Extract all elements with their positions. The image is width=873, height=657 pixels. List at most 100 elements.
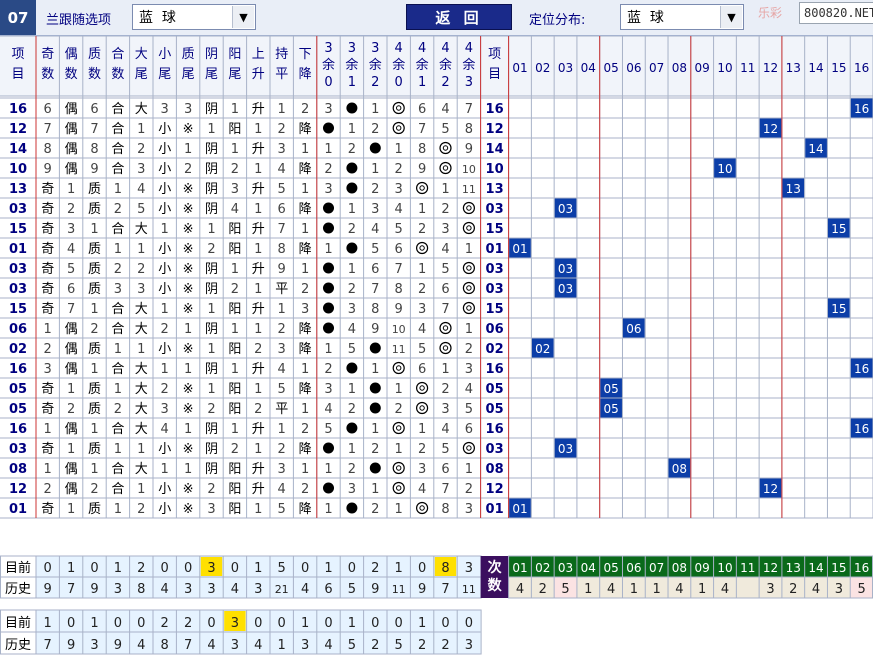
cell-value: 5 [441,442,449,457]
attr-header-char: 2 [371,75,379,90]
current-value: 2 [137,561,145,576]
counts-value: 5 [857,582,865,597]
row-number-middle: 06 [486,322,504,337]
cell-value: 5 [278,502,286,517]
cell-value: 奇 [41,501,54,517]
cell-value: 1 [114,382,122,397]
cell-value: 阳 [228,222,241,237]
current-value: 1 [301,616,309,631]
row-number: 03 [9,282,27,297]
attr-header-char: 上 [252,47,265,62]
table-row: 05 05奇 2 质 2 大 3 ※ 2 阳 2 平 1 4 2 2 3 5 05 [9,398,622,418]
history-value: 9 [67,638,75,653]
cell-value: 1 [395,142,403,157]
cell-value: 2 [465,482,473,497]
cell-value: 1 [207,122,215,137]
dist-number-text: 02 [535,342,550,356]
attr-header-char: 1 [418,75,426,90]
current-value: 0 [418,561,426,576]
cell-value: 3 [465,502,473,517]
cell-value: 2 [231,162,239,177]
cell-value: 1 [114,182,122,197]
cell-value: 2 [207,482,215,497]
cell-value: 5 [278,182,286,197]
cell-value: 5 [137,202,145,217]
current-value: 0 [348,561,356,576]
bullseye-marker [416,181,429,195]
cell-value: 2 [441,202,449,217]
cell-value: 10 [462,163,476,176]
history-value: 9 [44,582,52,597]
cell-value: 3 [418,302,426,317]
dist-number-text: 12 [763,122,778,136]
filled-dot-marker [323,442,334,454]
cell-value: 1 [465,322,473,337]
cell-value: 6 [395,242,403,257]
attr-header-char: 2 [441,75,449,90]
cell-value: 降 [299,242,312,257]
dist-number-text: 10 [717,162,732,176]
cell-value: 偶 [65,482,78,497]
cell-value: 降 [299,342,312,357]
cell-value: 2 [90,322,98,337]
cell-value: 2 [137,262,145,277]
cell-value: 2 [301,482,309,497]
cell-value: 小 [158,122,171,137]
red-separators [35,36,783,518]
cell-value: ※ [183,302,194,317]
cell-value: 合 [111,322,124,337]
cell-value: 升 [252,422,265,437]
counts-label-char: 次 [488,559,502,576]
row-number: 01 [9,502,27,517]
cell-value: 降 [299,322,312,337]
row-number: 14 [9,142,27,157]
current-value: 0 [184,561,192,576]
cell-value: 8 [278,242,286,257]
cell-value: 1 [254,322,262,337]
counts-number: 07 [649,561,664,575]
cell-value: 阴 [205,142,218,157]
dist-header-number: 16 [854,61,869,75]
attr-header-char: 尾 [158,67,171,82]
cell-value: 2 [44,342,52,357]
cell-value: 1 [231,362,239,377]
filled-dot-marker [323,302,334,314]
cell-value: 5 [418,342,426,357]
cell-value: 1 [114,442,122,457]
cell-value: 奇 [41,221,54,237]
cell-value: 质 [88,282,101,297]
row-number: 02 [9,342,27,357]
cell-value: 2 [324,162,332,177]
current-label: 目前 [5,560,31,576]
bullseye-marker [392,101,405,115]
bullseye-inner [442,325,449,331]
cell-value: 质 [88,182,101,197]
bullseye-marker [392,361,405,375]
history-value: 21 [275,583,289,596]
filled-dot-marker [323,122,334,134]
dist-number-text: 01 [512,502,527,516]
history-value: 11 [392,583,406,596]
cell-value: 4 [441,242,449,257]
cell-value: 2 [395,402,403,417]
cell-value: 7 [371,282,379,297]
cell-value: 2 [114,262,122,277]
row-number: 16 [9,422,27,437]
cell-value: 小 [158,482,171,497]
cell-value: 3 [44,362,52,377]
cell-value: 合 [111,362,124,377]
cell-value: 8 [44,142,52,157]
attr-header-char: 余 [369,57,382,73]
cell-value: 大 [135,402,148,417]
current-value: 0 [465,616,473,631]
row-number: 03 [9,202,27,217]
attr-header-char: 1 [348,75,356,90]
cell-value: 质 [88,502,101,517]
counts-value: 4 [516,582,524,597]
bullseye-marker [439,141,452,155]
item-header-char: 目 [488,67,501,82]
filled-dot-marker [346,242,358,254]
cell-value: ※ [183,282,194,297]
cell-value: 1 [301,402,309,417]
cell-value: 1 [161,362,169,377]
